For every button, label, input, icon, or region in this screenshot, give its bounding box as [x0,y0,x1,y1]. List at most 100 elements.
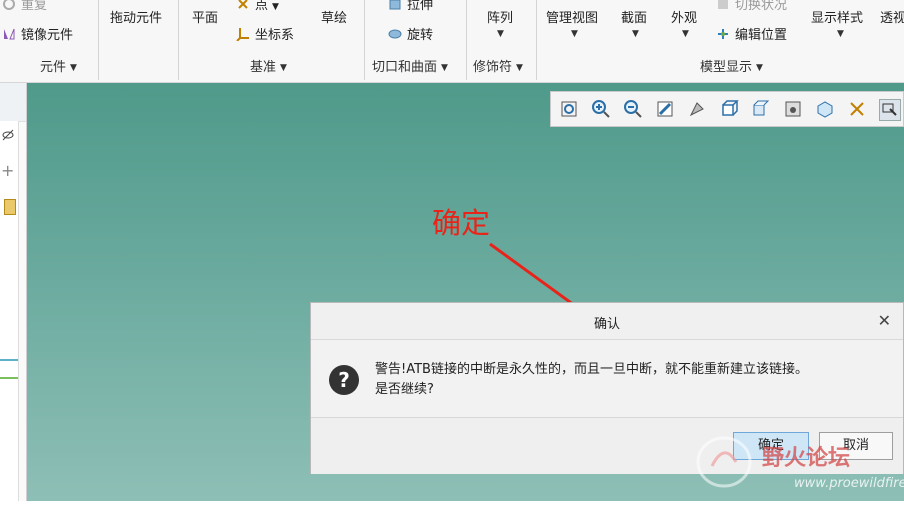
coordinate-system-icon [236,27,250,42]
chevron-down-icon: ▼ [756,63,763,73]
chevron-down-icon[interactable]: ▼ [497,29,504,39]
divider [98,0,99,80]
divider [364,0,365,80]
chevron-down-icon[interactable]: ▼ [571,29,578,39]
zoom-in-icon[interactable] [591,99,611,119]
select-icon[interactable] [879,99,901,121]
datum-display-icon[interactable] [815,99,835,119]
divider [178,0,179,80]
repeat-icon [2,0,16,11]
folder-icon[interactable] [4,199,16,215]
display-style-label: 显示样式 [811,11,864,26]
sketch-button[interactable]: 草绘 [321,7,347,26]
add-icon[interactable]: + [1,161,14,180]
panel-body: + [0,121,19,501]
revolve-button[interactable]: 旋转 [388,24,433,43]
refit-icon[interactable] [559,99,579,119]
repeat-label: 重复 [21,0,48,13]
extrude-label: 拉伸 [407,0,434,13]
chevron-down-icon: ▼ [280,63,287,73]
watermark-text: 野火论坛 [762,446,851,471]
manage-views-button[interactable]: 管理视图 [546,7,598,26]
edit-position-label: 编辑位置 [735,28,788,43]
repaint-icon[interactable] [655,99,675,119]
plane-label: 平面 [192,11,219,26]
edit-position-button[interactable]: 编辑位置 [716,24,787,43]
revolve-label: 旋转 [407,28,434,43]
toggle-status-label: 切换状况 [735,0,788,13]
chevron-down-icon: ▼ [70,63,77,73]
dialog-title: 确认 [593,317,620,332]
message-line-1: 警告!ATB链接的中断是永久性的，而且一旦中断，就不能重新建立该链接。 [375,362,808,377]
appearance-label: 外观 [671,11,698,26]
toggle-status-button[interactable]: 切换状况 [716,0,787,13]
mirror-icon [2,27,16,41]
divider [536,0,537,80]
mirror-component-button[interactable]: 镜像元件 [2,24,73,43]
group-cut-surface[interactable]: 切口和曲面 ▼ [372,58,448,80]
group-component[interactable]: 元件 ▼ [40,58,77,80]
manage-views-label: 管理视图 [546,11,599,26]
saved-views-icon[interactable] [751,99,771,119]
plane-button[interactable]: 平面 [192,7,218,26]
chevron-down-icon[interactable]: ▼ [837,29,844,39]
sketch-label: 草绘 [321,11,348,26]
hide-icon[interactable] [2,129,14,141]
perspective-label: 透视 [880,11,904,26]
chevron-down-icon: ▼ [516,63,523,73]
dialog-titlebar: 确认 ✕ [311,303,903,340]
divider [466,0,467,80]
coordinate-system-button[interactable]: 坐标系 [236,24,294,43]
drag-component-button[interactable]: 拖动元件 [110,7,162,26]
question-icon: ? [329,365,359,395]
view-toolbar [550,91,904,127]
perspective-button[interactable]: 透视 [880,7,904,26]
annotation-label: 确定 [432,206,491,240]
drag-component-label: 拖动元件 [110,11,163,26]
shading-icon[interactable] [719,99,739,119]
close-icon[interactable]: ✕ [878,311,891,330]
model-tree-panel: + [0,83,27,501]
repeat-button[interactable]: 重复 [2,0,47,13]
watermark-url: www.proewildfire.cn [794,476,904,491]
message-line-2: 是否继续? [375,382,434,397]
group-modifier[interactable]: 修饰符 ▼ [473,58,523,80]
chevron-down-icon: ▼ [441,63,448,73]
pattern-button[interactable]: 阵列 [487,7,513,26]
point-button[interactable]: 点 ▼ [236,0,279,13]
divider [0,377,18,379]
group-modifier-label: 修饰符 [473,60,513,75]
extrude-button[interactable]: 拉伸 [388,0,433,13]
ribbon: 重复 镜像元件 拖动元件 元件 ▼ 平面 点 ▼ 坐标系 草绘 基准 ▼ 拉伸 旋转 … [0,0,904,83]
group-cut-surface-label: 切口和曲面 [372,60,438,75]
pattern-label: 阵列 [487,11,514,26]
section-label: 截面 [621,11,648,26]
spin-icon[interactable] [687,99,707,119]
watermark: 野火论坛 www.proewildfire.cn [694,432,904,501]
dialog-message: 警告!ATB链接的中断是永久性的，而且一旦中断，就不能重新建立该链接。 是否继续… [375,360,808,400]
extrude-icon [388,0,402,11]
view-manager-icon[interactable] [783,99,803,119]
group-datum[interactable]: 基准 ▼ [250,58,287,80]
point-label: 点 [255,0,269,13]
divider [0,359,18,361]
appearance-button[interactable]: 外观 [671,7,697,26]
mirror-component-label: 镜像元件 [21,28,74,43]
edit-position-icon [716,27,730,41]
display-style-button[interactable]: 显示样式 [811,7,863,26]
revolve-icon [388,27,402,41]
group-model-display-label: 模型显示 [700,60,753,75]
chevron-down-icon: ▼ [272,2,279,12]
group-component-label: 元件 [40,60,67,75]
group-datum-label: 基准 [250,60,277,75]
panel-header [0,83,26,122]
chevron-down-icon[interactable]: ▼ [632,29,639,39]
zoom-out-icon[interactable] [623,99,643,119]
point-icon [236,0,250,11]
chevron-down-icon[interactable]: ▼ [682,29,689,39]
section-button[interactable]: 截面 [621,7,647,26]
toggle-status-icon [716,0,730,11]
coordinate-system-label: 坐标系 [255,28,295,43]
group-model-display[interactable]: 模型显示 ▼ [700,58,763,80]
annotation-icon[interactable] [847,99,867,119]
